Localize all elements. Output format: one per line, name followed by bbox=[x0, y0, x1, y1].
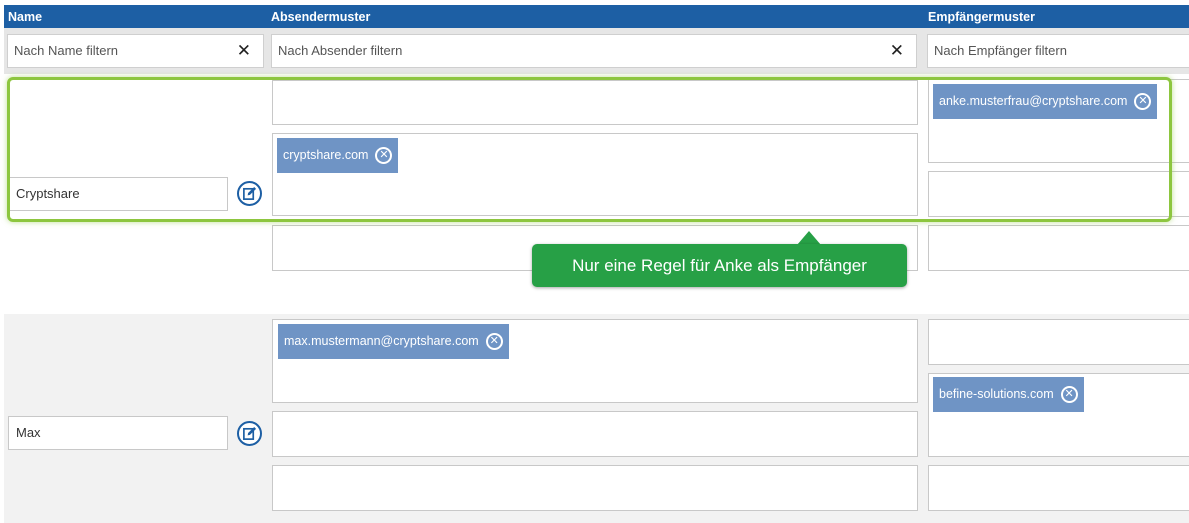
edit-button[interactable] bbox=[237, 421, 262, 446]
sender-tag-label: cryptshare.com bbox=[283, 148, 369, 162]
recipient-pattern-box[interactable] bbox=[928, 171, 1189, 217]
sender-tag-label: max.mustermann@cryptshare.com bbox=[284, 334, 479, 348]
recipient-pattern-box[interactable] bbox=[928, 319, 1189, 365]
recipient-pattern-box[interactable]: anke.musterfrau@cryptshare.com ✕ bbox=[928, 79, 1189, 163]
recipient-tag-label: anke.musterfrau@cryptshare.com bbox=[939, 94, 1128, 108]
sender-tag: max.mustermann@cryptshare.com ✕ bbox=[278, 324, 509, 359]
remove-circle-icon[interactable]: ✕ bbox=[1134, 93, 1152, 110]
column-header-sender[interactable]: Absendermuster bbox=[271, 5, 370, 30]
recipient-filter-placeholder: Nach Empfänger filtern bbox=[934, 43, 1067, 58]
remove-circle-icon[interactable]: ✕ bbox=[485, 333, 503, 350]
sender-pattern-box[interactable]: cryptshare.com ✕ bbox=[272, 133, 918, 216]
sender-filter-placeholder: Nach Absender filtern bbox=[278, 43, 403, 58]
column-header-recipient[interactable]: Empfängermuster bbox=[928, 5, 1035, 30]
recipient-pattern-box[interactable]: befine-solutions.com ✕ bbox=[928, 373, 1189, 457]
sender-pattern-box[interactable] bbox=[272, 411, 918, 457]
recipient-tag: anke.musterfrau@cryptshare.com ✕ bbox=[933, 84, 1158, 119]
sender-filter-input[interactable]: Nach Absender filtern ✕ bbox=[271, 34, 917, 68]
table-header: Name Absendermuster Empfängermuster bbox=[4, 5, 1189, 28]
recipient-tag-label: befine-solutions.com bbox=[939, 387, 1054, 401]
edit-button[interactable] bbox=[237, 181, 262, 206]
sender-pattern-box[interactable] bbox=[272, 465, 918, 511]
edit-icon bbox=[243, 426, 257, 440]
name-filter-input[interactable]: Nach Name filtern ✕ bbox=[7, 34, 264, 68]
name-filter-placeholder: Nach Name filtern bbox=[14, 43, 119, 58]
recipient-filter-input[interactable]: Nach Empfänger filtern bbox=[927, 34, 1189, 68]
recipient-pattern-box[interactable] bbox=[928, 225, 1189, 271]
remove-circle-icon[interactable]: ✕ bbox=[1060, 386, 1078, 403]
sender-pattern-box[interactable]: max.mustermann@cryptshare.com ✕ bbox=[272, 319, 918, 403]
sender-pattern-box[interactable] bbox=[272, 80, 918, 125]
callout-arrow bbox=[797, 231, 821, 245]
recipient-tag: befine-solutions.com ✕ bbox=[933, 377, 1084, 412]
rule-name-field[interactable]: Max bbox=[8, 416, 228, 450]
column-header-name[interactable]: Name bbox=[8, 5, 42, 30]
clear-sender-filter-icon[interactable]: ✕ bbox=[890, 35, 904, 67]
clear-name-filter-icon[interactable]: ✕ bbox=[237, 35, 251, 67]
rule-name-field[interactable]: Cryptshare bbox=[8, 177, 228, 211]
edit-icon bbox=[243, 186, 257, 200]
callout-note: Nur eine Regel für Anke als Empfänger bbox=[532, 244, 907, 287]
remove-circle-icon[interactable]: ✕ bbox=[375, 147, 393, 164]
sender-tag: cryptshare.com ✕ bbox=[277, 138, 399, 173]
recipient-pattern-box[interactable] bbox=[928, 465, 1189, 511]
